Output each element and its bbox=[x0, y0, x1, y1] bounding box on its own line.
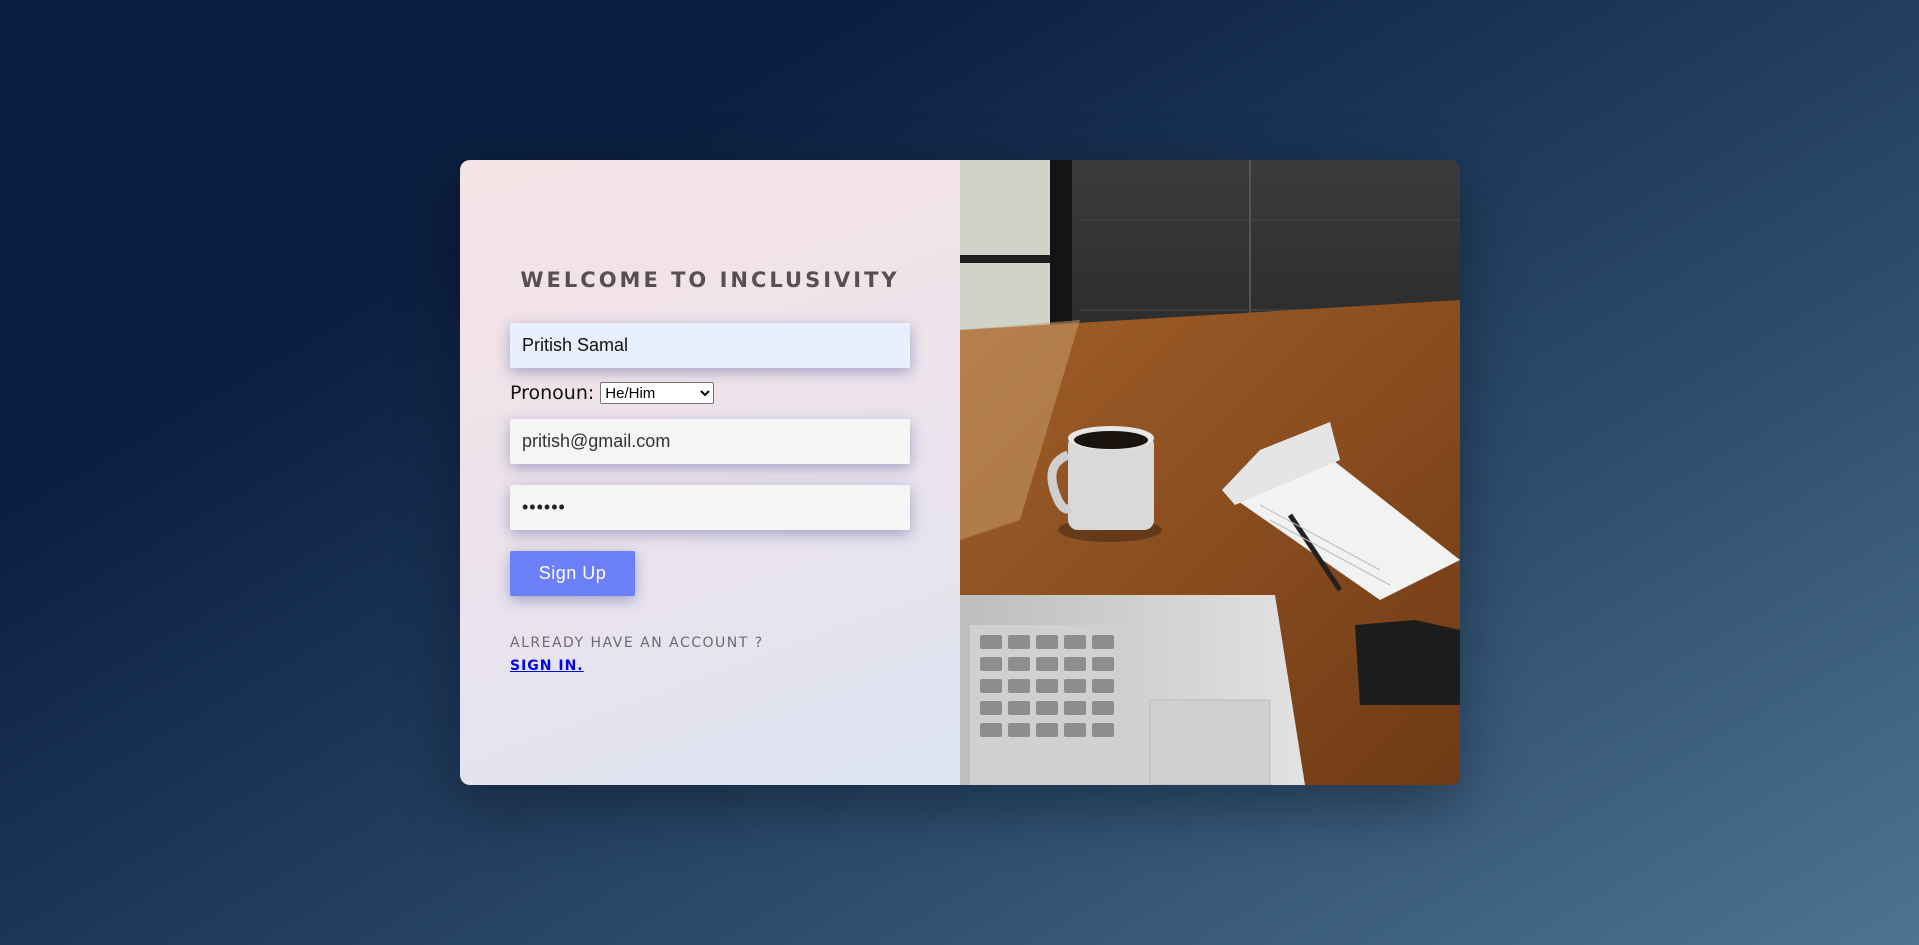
name-input[interactable] bbox=[510, 323, 910, 368]
account-prompt-text: ALREADY HAVE AN ACCOUNT ? bbox=[510, 635, 764, 651]
desk-photo bbox=[960, 160, 1460, 785]
signup-card: WELCOME TO INCLUSIVITY Pronoun: He/Him S… bbox=[460, 160, 1460, 785]
form-title: WELCOME TO INCLUSIVITY bbox=[520, 268, 900, 292]
email-input[interactable] bbox=[510, 419, 910, 464]
password-input[interactable] bbox=[510, 485, 910, 530]
pronoun-select[interactable]: He/Him bbox=[600, 382, 715, 404]
signup-button[interactable]: Sign Up bbox=[510, 551, 635, 596]
desk-photo-icon bbox=[960, 160, 1460, 785]
signup-form-panel: WELCOME TO INCLUSIVITY Pronoun: He/Him S… bbox=[460, 160, 960, 785]
signin-link[interactable]: SIGN IN. bbox=[510, 658, 584, 674]
pronoun-row: Pronoun: He/Him bbox=[510, 382, 715, 404]
pronoun-label: Pronoun: bbox=[510, 382, 595, 404]
